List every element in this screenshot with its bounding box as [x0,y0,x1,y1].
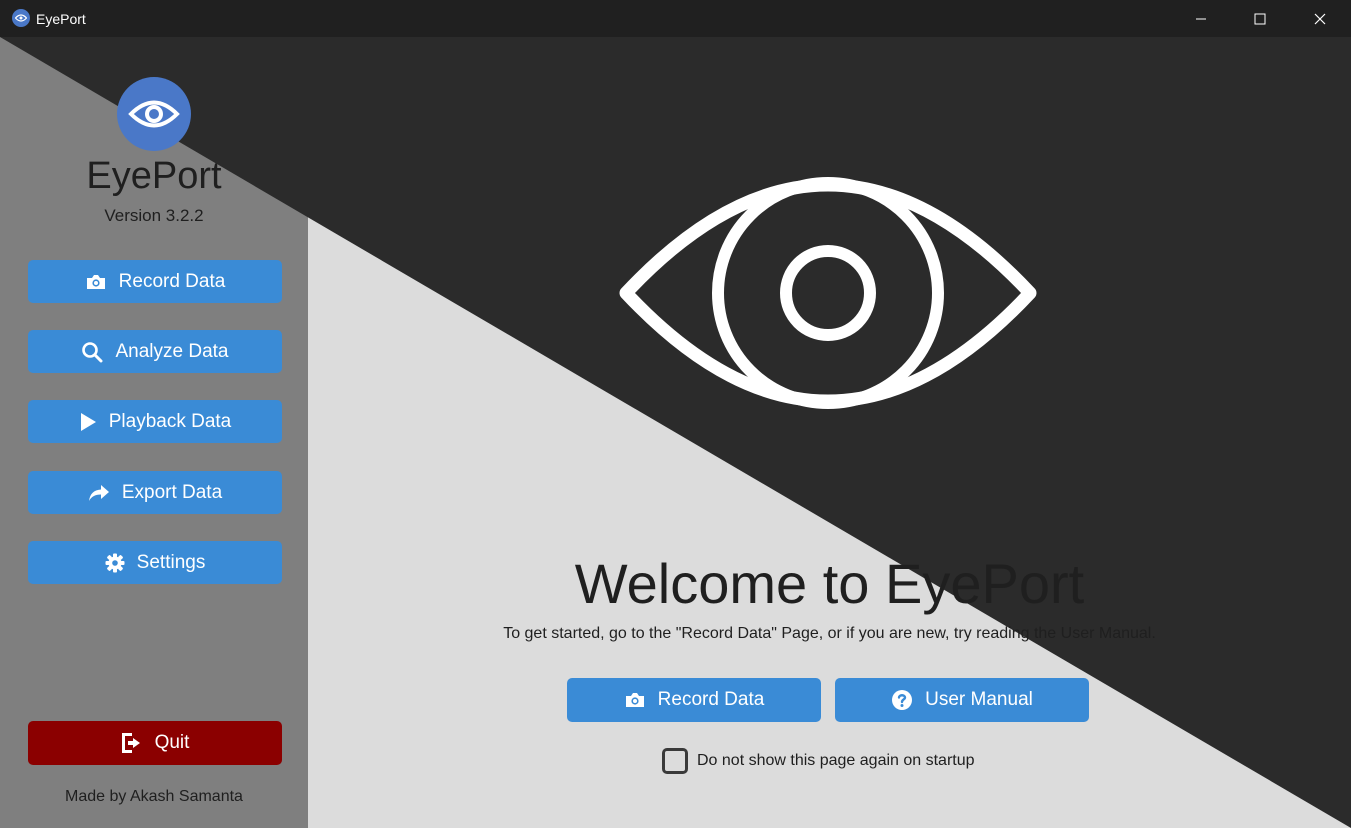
close-icon [1314,13,1326,24]
app-name: EyePort [86,155,222,197]
quit-label: Quit [154,732,190,753]
export-data-button[interactable]: Export Data [28,471,282,514]
maximize-icon [1254,13,1266,24]
close-button[interactable] [1291,0,1349,37]
export-data-label: Export Data [121,481,223,503]
title-bar: EyePort [0,0,1351,37]
app-version: Version 3.2.2 [104,206,204,225]
quit-button[interactable]: Quit [28,721,282,765]
playback-data-button[interactable]: Playback Data [28,400,282,443]
welcome-subtitle: To get started, go to the "Record Data" … [503,625,1156,642]
gear-icon [105,553,125,572]
share-arrow-icon [88,484,109,501]
main-record-data-button[interactable]: Record Data [567,678,821,722]
playback-data-label: Playback Data [108,410,232,432]
camera-icon [86,274,105,289]
user-manual-label: User Manual [925,689,1033,710]
eye-icon [619,177,1037,409]
author-credit: Made by Akash Samanta [65,788,243,805]
eye-logo-icon [128,100,180,128]
welcome-panel: Welcome to EyePort To get started, go to… [308,37,1351,828]
app-logo [117,77,191,151]
main-record-data-label: Record Data [657,689,765,710]
app-eye-icon [12,9,30,27]
analyze-data-button[interactable]: Analyze Data [28,330,282,373]
startup-option: Do not show this page again on startup [662,748,975,774]
help-circle-icon [892,690,913,710]
settings-button[interactable]: Settings [28,541,282,584]
record-data-label: Record Data [118,270,226,292]
exit-door-icon [121,733,140,753]
sidebar: EyePort Version 3.2.2 Record Data Analyz… [0,37,308,828]
play-icon [80,412,96,431]
camera-icon [625,693,644,707]
app-window: EyePort EyePort Version 3.2.2 Record Dat… [0,0,1351,828]
analyze-data-label: Analyze Data [115,340,229,362]
welcome-heading: Welcome to EyePort [574,552,1085,615]
maximize-button[interactable] [1231,0,1289,37]
record-data-button[interactable]: Record Data [28,260,282,303]
window-title: EyePort [36,11,86,27]
user-manual-button[interactable]: User Manual [835,678,1089,722]
search-icon [82,341,103,362]
minimize-button[interactable] [1172,0,1230,37]
dont-show-again-label[interactable]: Do not show this page again on startup [697,752,975,770]
settings-label: Settings [136,551,206,573]
dont-show-again-checkbox[interactable] [662,748,688,774]
minimize-icon [1196,18,1206,19]
